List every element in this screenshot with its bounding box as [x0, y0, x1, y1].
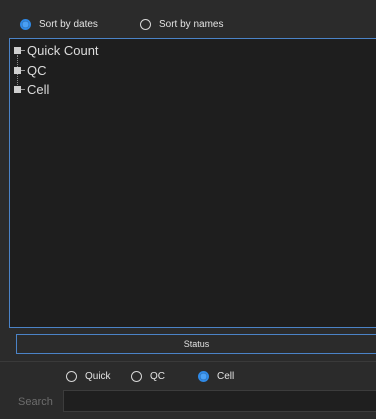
divider: [0, 361, 376, 362]
radio-selected-icon: [20, 19, 31, 30]
expand-icon[interactable]: [14, 85, 21, 93]
search-label: Search: [18, 396, 53, 408]
filter-qc-label: QC: [150, 371, 165, 382]
status-bar[interactable]: Status: [16, 334, 376, 354]
tree-connector: [21, 69, 25, 71]
sort-by-names-radio[interactable]: Sort by names: [140, 19, 223, 30]
tree-connector: [21, 49, 25, 51]
search-input[interactable]: [63, 390, 376, 412]
filter-quick-radio[interactable]: Quick: [66, 371, 111, 382]
radio-unselected-icon: [131, 371, 142, 382]
tree-item-qc[interactable]: QC: [14, 62, 47, 78]
radio-selected-icon: [198, 371, 209, 382]
sort-by-dates-radio[interactable]: Sort by dates: [20, 19, 98, 30]
tree-item-quick-count[interactable]: Quick Count: [14, 42, 99, 58]
radio-unselected-icon: [140, 19, 151, 30]
tree-item-cell[interactable]: Cell: [14, 81, 49, 97]
filter-cell-label: Cell: [217, 371, 235, 382]
sort-by-dates-label: Sort by dates: [39, 19, 98, 30]
tree-item-label: Cell: [27, 81, 50, 97]
expand-icon[interactable]: [14, 66, 21, 74]
tree-item-label: QC: [27, 62, 47, 78]
tree-connector: [21, 88, 25, 90]
filter-quick-label: Quick: [85, 371, 111, 382]
tree-item-label: Quick Count: [27, 42, 99, 58]
sort-by-names-label: Sort by names: [159, 19, 224, 30]
radio-unselected-icon: [66, 371, 77, 382]
filter-qc-radio[interactable]: QC: [131, 371, 165, 382]
filter-cell-radio[interactable]: Cell: [198, 371, 234, 382]
status-label: Status: [183, 339, 210, 349]
expand-icon[interactable]: [14, 46, 21, 54]
tree-view[interactable]: Quick Count QC Cell: [9, 38, 376, 328]
